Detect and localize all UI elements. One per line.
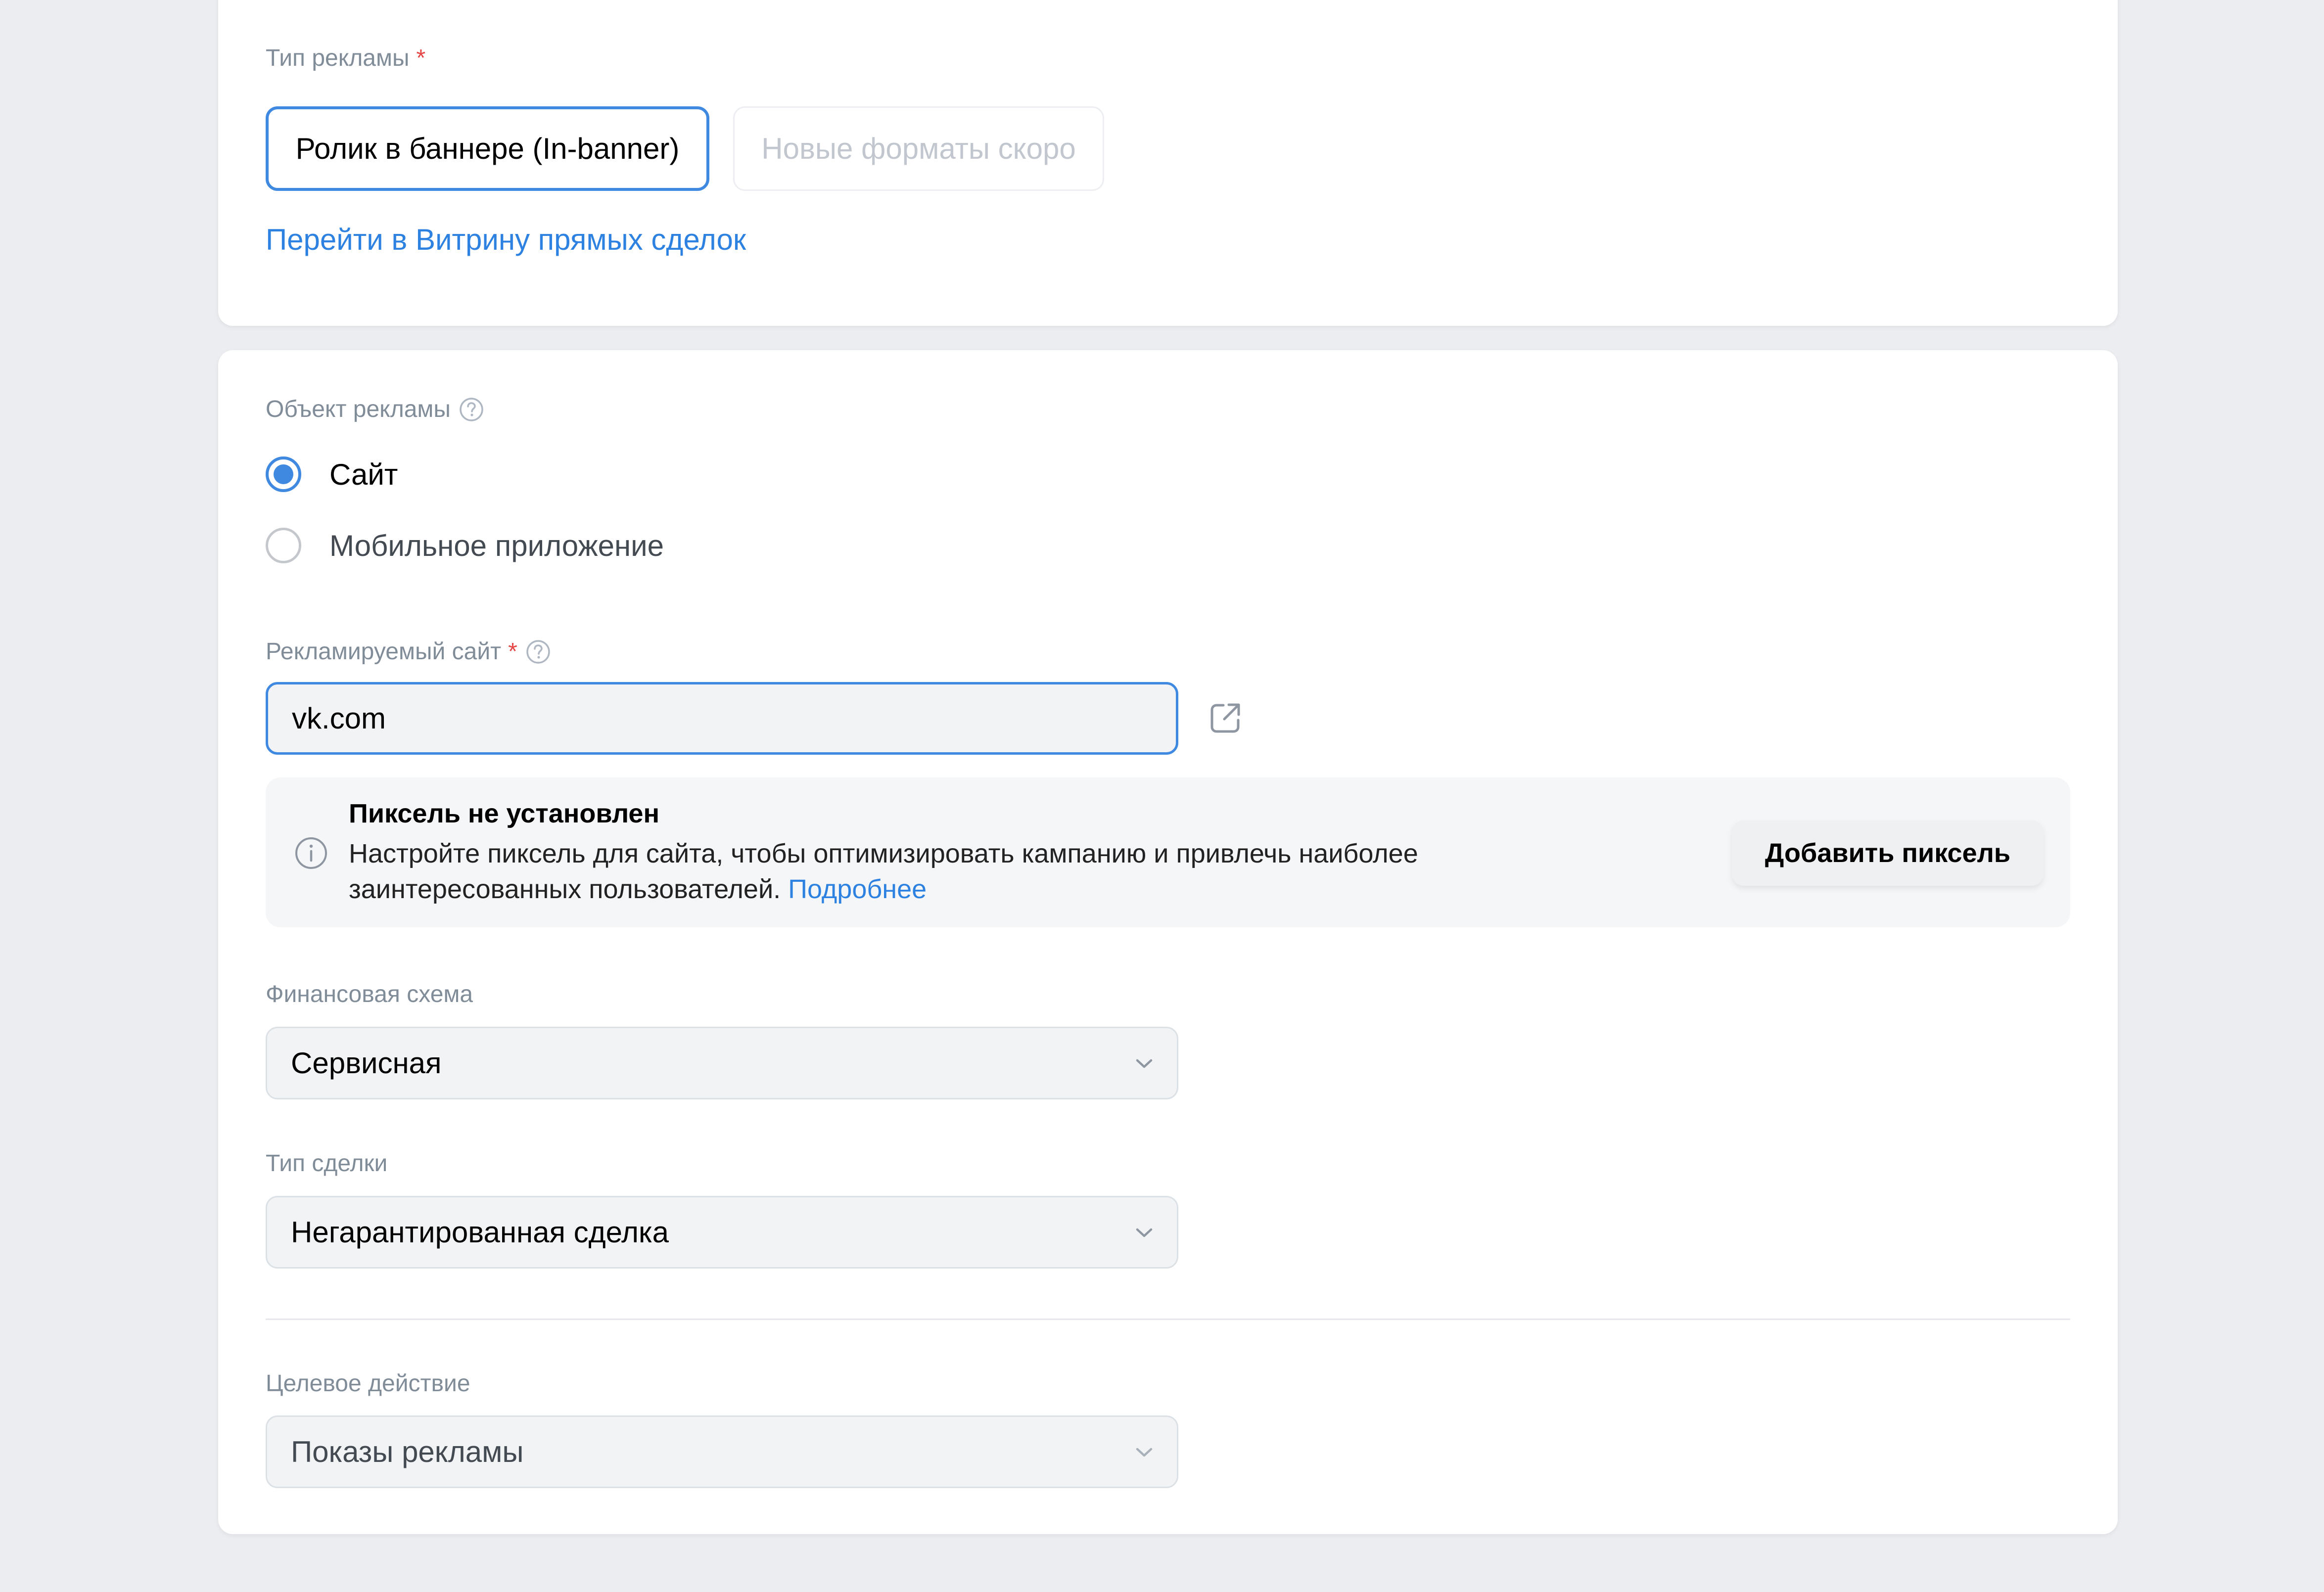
ad-settings-card: Объект рекламы Сайт Мобильное приложение…	[218, 350, 2118, 1534]
showcase-link[interactable]: Перейти в Витрину прямых сделок	[266, 223, 746, 257]
question-circle-icon[interactable]	[459, 397, 484, 422]
radio-button-unchecked[interactable]	[266, 528, 301, 563]
ad-type-option-in-banner[interactable]: Ролик в баннере (In-banner)	[266, 106, 709, 191]
radio-site[interactable]: Сайт	[266, 456, 398, 492]
deal-type-value: Негарантированная сделка	[291, 1216, 669, 1249]
required-mark: *	[416, 45, 426, 71]
site-label-text: Рекламируемый сайт	[266, 638, 502, 665]
ad-type-option-label: Новые форматы скоро	[761, 132, 1076, 165]
site-input[interactable]: vk.com	[266, 682, 1178, 755]
deal-type-select[interactable]: Негарантированная сделка	[266, 1196, 1178, 1269]
target-action-select[interactable]: Показы рекламы	[266, 1415, 1178, 1488]
target-action-label-text: Целевое действие	[266, 1370, 470, 1397]
deal-type-label-text: Тип сделки	[266, 1150, 388, 1177]
radio-button-checked[interactable]	[266, 456, 301, 492]
ad-object-label: Объект рекламы	[266, 396, 484, 423]
target-action-value: Показы рекламы	[291, 1435, 524, 1468]
finance-scheme-label-text: Финансовая схема	[266, 981, 473, 1007]
question-circle-icon[interactable]	[525, 639, 551, 665]
finance-scheme-label: Финансовая схема	[266, 981, 473, 1008]
info-circle-icon	[295, 837, 327, 869]
target-action-label: Целевое действие	[266, 1370, 470, 1397]
finance-scheme-value: Сервисная	[291, 1046, 442, 1080]
ad-type-label-text: Тип рекламы	[266, 45, 410, 71]
pixel-banner-title: Пиксель не установлен	[349, 799, 660, 828]
site-label: Рекламируемый сайт *	[266, 638, 551, 665]
ad-type-label: Тип рекламы *	[266, 45, 425, 72]
ad-object-label-text: Объект рекламы	[266, 396, 451, 422]
radio-mobile-app[interactable]: Мобильное приложение	[266, 528, 664, 563]
required-mark: *	[508, 638, 517, 665]
chevron-down-icon	[1136, 1228, 1153, 1237]
external-link-icon[interactable]	[1207, 699, 1244, 737]
finance-scheme-select[interactable]: Сервисная	[266, 1027, 1178, 1099]
section-divider	[266, 1319, 2070, 1320]
chevron-down-icon	[1136, 1059, 1153, 1068]
chevron-down-icon	[1136, 1448, 1153, 1456]
more-info-link[interactable]: Подробнее	[788, 874, 927, 904]
site-input-value: vk.com	[292, 702, 386, 735]
radio-mobile-app-label: Мобильное приложение	[329, 529, 664, 562]
ad-type-card: Тип рекламы * Ролик в баннере (In-banner…	[218, 0, 2118, 326]
ad-type-option-label: Ролик в баннере (In-banner)	[295, 132, 680, 165]
deal-type-label: Тип сделки	[266, 1150, 387, 1177]
add-pixel-button[interactable]: Добавить пиксель	[1732, 820, 2044, 886]
radio-site-label: Сайт	[329, 457, 398, 491]
ad-type-option-coming-soon: Новые форматы скоро	[733, 106, 1104, 191]
pixel-banner: Пиксель не установлен Настройте пиксель …	[266, 777, 2070, 927]
add-pixel-button-label: Добавить пиксель	[1765, 838, 2011, 868]
pixel-banner-text: Настройте пиксель для сайта, чтобы оптим…	[349, 836, 1585, 907]
